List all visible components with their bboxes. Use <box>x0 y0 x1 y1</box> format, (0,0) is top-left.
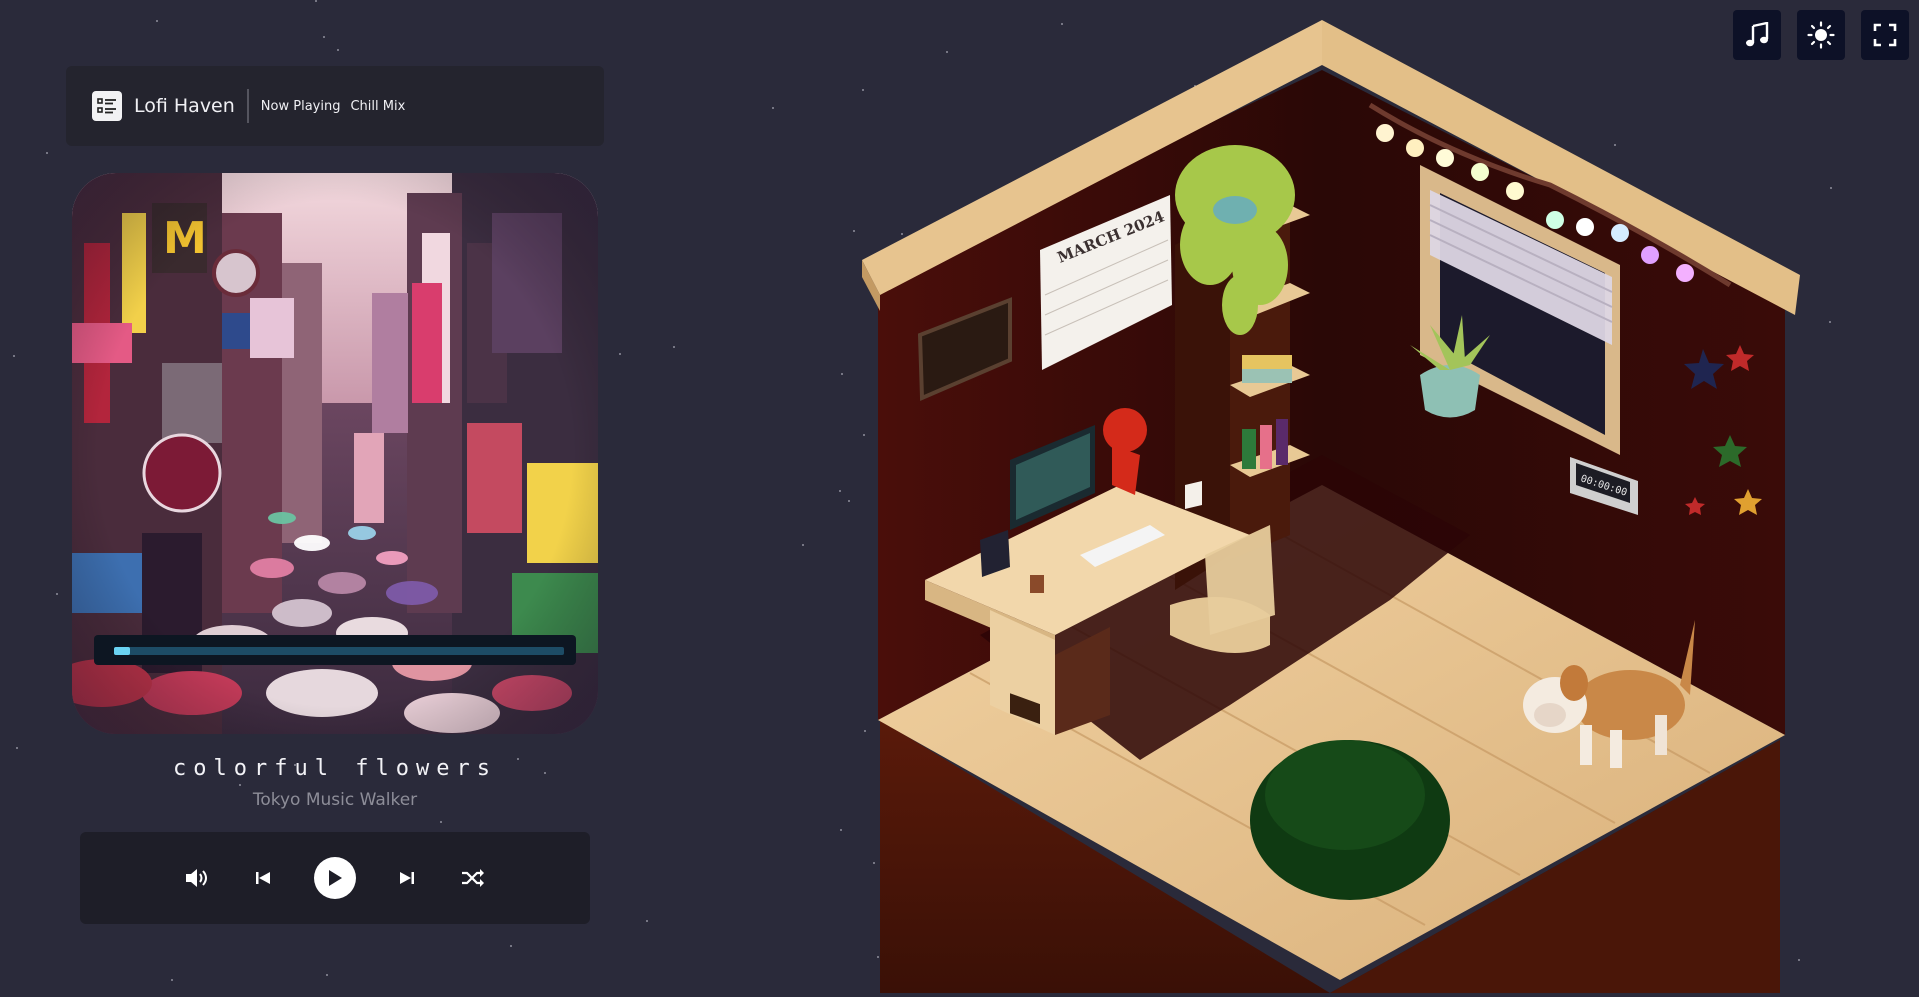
background-star <box>46 152 48 154</box>
background-star <box>841 373 843 375</box>
album-art: M <box>72 173 598 734</box>
background-star <box>840 829 842 831</box>
background-star <box>1829 321 1831 323</box>
background-star <box>673 346 675 348</box>
track-title: colorful flowers <box>173 756 497 781</box>
background-star <box>440 821 442 823</box>
header-divider <box>246 89 249 123</box>
progress-fill <box>114 647 130 655</box>
track-artist: Tokyo Music Walker <box>252 790 418 810</box>
progress-track[interactable] <box>114 647 564 655</box>
app-header: Lofi Haven Now Playing Chill Mix <box>66 66 604 146</box>
fullscreen-button[interactable] <box>1861 10 1909 60</box>
sun-icon <box>1807 21 1835 49</box>
background-star <box>337 49 339 51</box>
background-star <box>56 593 58 595</box>
background-star <box>13 355 15 357</box>
shuffle-icon[interactable] <box>458 863 488 893</box>
background-star <box>326 974 328 976</box>
background-star <box>646 920 648 922</box>
skip-forward-icon[interactable] <box>392 863 422 893</box>
background-star <box>239 784 241 786</box>
background-star <box>171 979 173 981</box>
background-star <box>323 36 325 38</box>
background-star <box>315 0 317 2</box>
background-star <box>619 353 621 355</box>
fullscreen-icon <box>1873 23 1897 47</box>
progress-bar[interactable] <box>94 635 576 665</box>
background-star <box>802 544 804 546</box>
background-star <box>16 747 18 749</box>
play-button[interactable] <box>314 857 356 899</box>
play-icon <box>329 870 342 886</box>
volume-icon[interactable] <box>182 863 212 893</box>
background-star <box>1830 187 1832 189</box>
player-controls <box>80 832 590 924</box>
now-playing-label: Now Playing <box>260 98 341 114</box>
background-star <box>510 945 512 947</box>
app-title: Lofi Haven <box>134 95 235 117</box>
background-star <box>772 107 774 109</box>
playlist-icon[interactable] <box>92 91 122 121</box>
background-star <box>839 490 841 492</box>
skip-back-icon[interactable] <box>248 863 278 893</box>
isometric-room-scene: MARCH 2024 00:00:00 <box>850 15 1810 993</box>
playlist-name[interactable]: Chill Mix <box>350 99 405 114</box>
background-star <box>156 20 158 22</box>
